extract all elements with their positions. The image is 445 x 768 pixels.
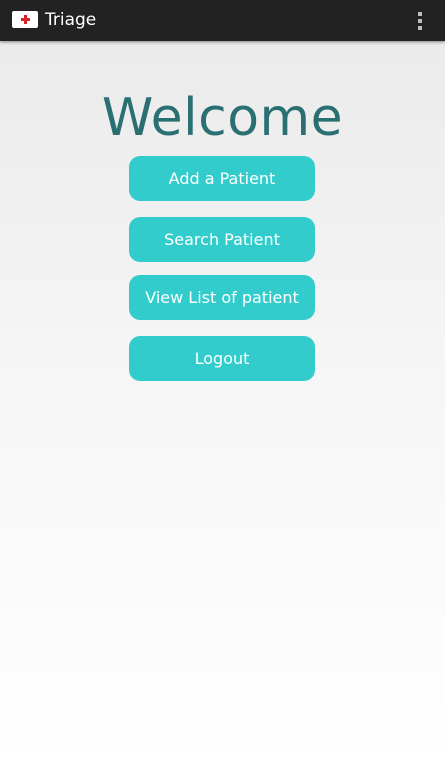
- logout-button[interactable]: Logout: [129, 336, 315, 381]
- search-patient-button[interactable]: Search Patient: [129, 217, 315, 262]
- action-bar: Triage: [0, 0, 445, 41]
- red-cross-icon[interactable]: [12, 11, 38, 28]
- menu-dot: [418, 19, 422, 23]
- welcome-heading: Welcome: [101, 88, 344, 148]
- overflow-menu-icon[interactable]: [415, 11, 425, 31]
- menu-dot: [418, 26, 422, 30]
- cross-vertical: [24, 15, 27, 24]
- menu-dot: [418, 12, 422, 16]
- app-title: Triage: [45, 10, 97, 30]
- view-patient-list-button[interactable]: View List of patient: [129, 275, 315, 320]
- add-patient-button[interactable]: Add a Patient: [129, 156, 315, 201]
